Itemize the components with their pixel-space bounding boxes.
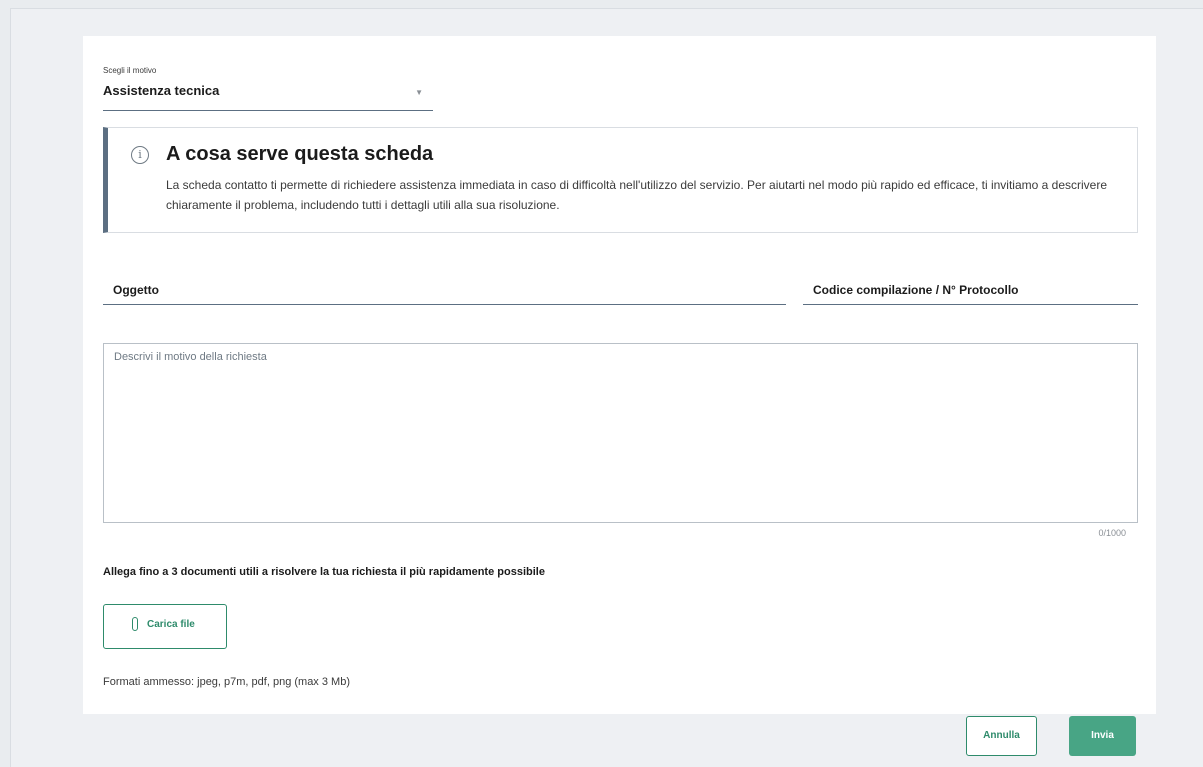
character-counter: 0/1000 xyxy=(1098,528,1126,538)
paperclip-icon xyxy=(132,617,138,631)
info-title: A cosa serve questa scheda xyxy=(166,143,434,165)
reason-select-label: Scegli il motivo xyxy=(103,66,157,75)
info-text: La scheda contatto ti permette di richie… xyxy=(166,178,1107,212)
description-placeholder: Descrivi il motivo della richiesta xyxy=(114,351,267,363)
accepted-formats-text: Formati ammesso: jpeg, p7m, pdf, png (ma… xyxy=(103,676,350,688)
chevron-down-icon[interactable]: ▼ xyxy=(415,88,423,97)
upload-file-button[interactable]: Carica file xyxy=(103,604,227,649)
contact-form-card: Scegli il motivo Assistenza tecnica ▼ i … xyxy=(83,36,1156,714)
attachments-title: Allega fino a 3 documenti utili a risolv… xyxy=(103,566,545,578)
send-button[interactable]: Invia xyxy=(1069,716,1136,756)
upload-file-label: Carica file xyxy=(147,619,195,630)
info-callout: i A cosa serve questa scheda La scheda c… xyxy=(103,127,1138,233)
info-icon: i xyxy=(131,146,149,164)
protocol-field-label: Codice compilazione / N° Protocollo xyxy=(813,283,1019,297)
reason-select-value[interactable]: Assistenza tecnica xyxy=(103,83,219,98)
page-frame: Scegli il motivo Assistenza tecnica ▼ i … xyxy=(10,8,1203,767)
cancel-button[interactable]: Annulla xyxy=(966,716,1037,756)
protocol-field[interactable]: Codice compilazione / N° Protocollo xyxy=(803,271,1138,305)
reason-select[interactable]: Scegli il motivo Assistenza tecnica ▼ xyxy=(103,66,433,111)
description-textarea[interactable]: Descrivi il motivo della richiesta xyxy=(103,343,1138,523)
subject-field[interactable]: Oggetto xyxy=(103,271,786,305)
subject-field-label: Oggetto xyxy=(113,283,159,297)
